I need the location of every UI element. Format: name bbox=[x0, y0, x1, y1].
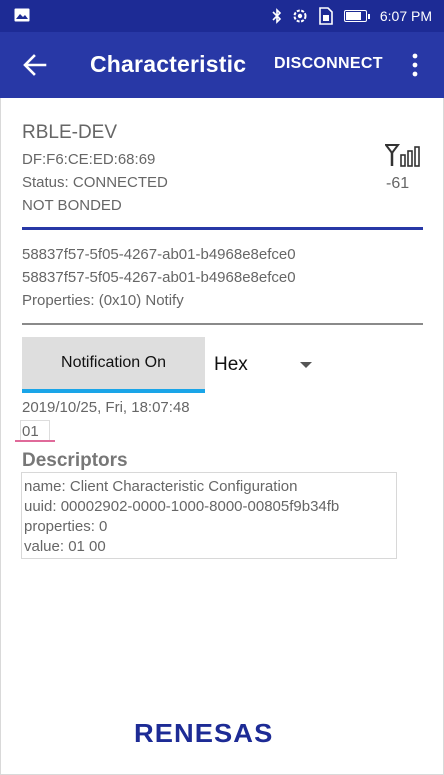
divider bbox=[22, 227, 423, 230]
app-bar: Characteristic DISCONNECT bbox=[0, 32, 444, 98]
value-highlight bbox=[15, 440, 55, 442]
descriptor-value: value: 01 00 bbox=[24, 538, 106, 555]
status-time: 6:07 PM bbox=[379, 8, 432, 24]
signal-strength-icon bbox=[385, 144, 420, 167]
sim-icon bbox=[319, 7, 333, 25]
rssi-value: -61 bbox=[386, 175, 410, 192]
settings-sync-icon bbox=[293, 9, 307, 23]
descriptor-properties: properties: 0 bbox=[24, 518, 108, 535]
disconnect-button[interactable]: DISCONNECT bbox=[274, 55, 383, 73]
divider bbox=[22, 323, 423, 325]
service-uuid: 58837f57-5f05-4267-ab01-b4968e8efce0 bbox=[22, 246, 296, 263]
reading-timestamp: 2019/10/25, Fri, 18:07:48 bbox=[22, 399, 190, 416]
notification-active-indicator bbox=[22, 389, 205, 393]
page-title: Characteristic bbox=[90, 51, 247, 77]
descriptors-heading: Descriptors bbox=[22, 450, 128, 471]
bond-status: NOT BONDED bbox=[22, 197, 122, 214]
bluetooth-icon bbox=[272, 8, 281, 24]
device-name: RBLE-DEV bbox=[22, 122, 118, 143]
format-select[interactable]: Hex bbox=[214, 350, 324, 380]
device-address: DF:F6:CE:ED:68:69 bbox=[22, 151, 156, 168]
characteristic-properties: Properties: (0x10) Notify bbox=[22, 292, 184, 309]
descriptor-uuid: uuid: 00002902-0000-1000-8000-00805f9b34… bbox=[24, 498, 340, 515]
more-options-icon[interactable] bbox=[408, 52, 422, 78]
characteristic-value: 01 bbox=[22, 423, 39, 440]
notification-toggle-button[interactable]: Notification On bbox=[22, 337, 205, 389]
battery-icon bbox=[343, 10, 370, 22]
format-selected-value: Hex bbox=[214, 354, 248, 375]
descriptor-name: name: Client Characteristic Configuratio… bbox=[24, 478, 298, 495]
characteristic-uuid: 58837f57-5f05-4267-ab01-b4968e8efce0 bbox=[22, 269, 296, 286]
connection-status: Status: CONNECTED bbox=[22, 174, 168, 191]
back-arrow-icon[interactable] bbox=[22, 52, 48, 78]
image-icon bbox=[14, 8, 30, 22]
renesas-logo: RENESAS bbox=[134, 718, 274, 748]
dropdown-arrow-icon bbox=[300, 362, 312, 368]
status-bar: 6:07 PM bbox=[0, 0, 444, 32]
